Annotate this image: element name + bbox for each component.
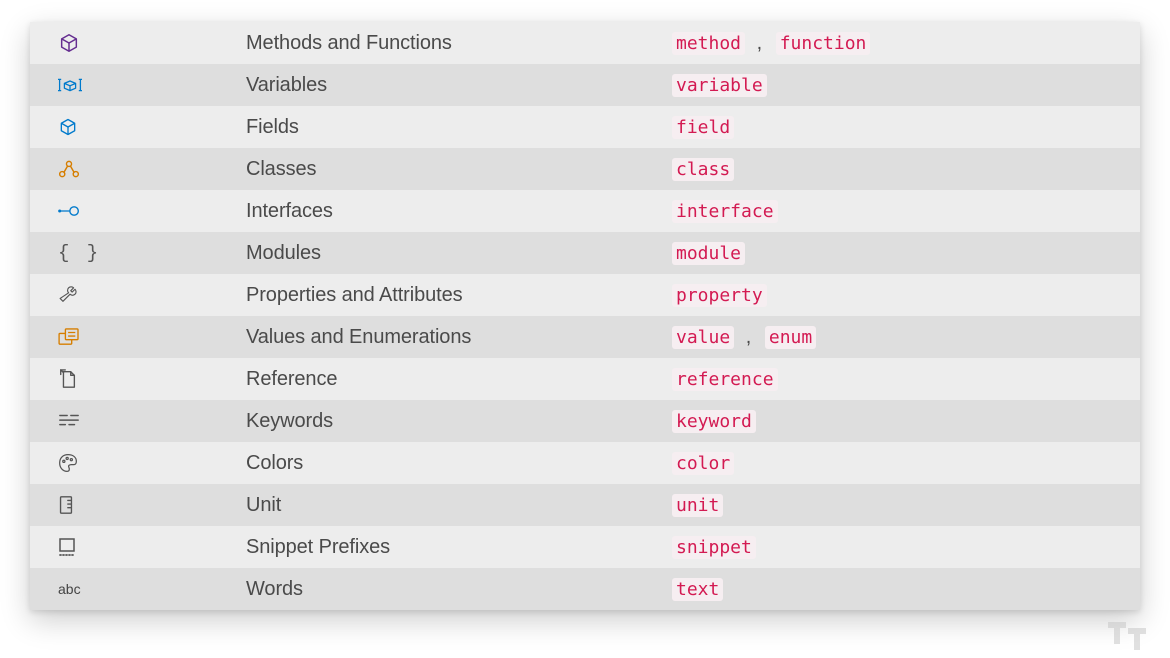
code-token: value [672, 326, 734, 349]
separator: , [734, 326, 765, 348]
table-row: Methods and Functions method , function [30, 22, 1140, 64]
table-row: Keywords keyword [30, 400, 1140, 442]
method-icon [58, 32, 246, 54]
code-values: variable [672, 74, 1140, 97]
table-row: Fields field [30, 106, 1140, 148]
code-values: value , enum [672, 326, 1140, 349]
color-icon [58, 453, 246, 473]
code-values: interface [672, 200, 1140, 223]
table-row: { } Modules module [30, 232, 1140, 274]
field-icon [58, 117, 246, 137]
label: Variables [246, 74, 672, 97]
code-token: reference [672, 368, 778, 391]
code-token: variable [672, 74, 767, 97]
label: Values and Enumerations [246, 326, 672, 349]
label: Methods and Functions [246, 32, 672, 55]
code-values: field [672, 116, 1140, 139]
table-row: Variables variable [30, 64, 1140, 106]
table-row: Snippet Prefixes snippet [30, 526, 1140, 568]
table-row: Colors color [30, 442, 1140, 484]
code-token: snippet [672, 536, 756, 559]
label: Modules [246, 242, 672, 265]
code-token: function [776, 32, 871, 55]
table-row: Interfaces interface [30, 190, 1140, 232]
module-icon: { } [58, 242, 246, 264]
code-values: text [672, 578, 1140, 601]
label: Fields [246, 116, 672, 139]
code-values: keyword [672, 410, 1140, 433]
code-values: unit [672, 494, 1140, 517]
code-values: color [672, 452, 1140, 475]
watermark-icon [1108, 622, 1152, 650]
reference-icon [58, 369, 246, 389]
interface-icon [58, 204, 246, 218]
code-token: enum [765, 326, 816, 349]
table-row: Properties and Attributes property [30, 274, 1140, 316]
code-token: class [672, 158, 734, 181]
code-token: interface [672, 200, 778, 223]
code-values: class [672, 158, 1140, 181]
code-token: module [672, 242, 745, 265]
code-token: text [672, 578, 723, 601]
table-row: Classes class [30, 148, 1140, 190]
intellisense-legend-table: Methods and Functions method , function … [30, 22, 1140, 610]
table-row: Unit unit [30, 484, 1140, 526]
label: Unit [246, 494, 672, 517]
code-values: method , function [672, 32, 1140, 55]
code-values: reference [672, 368, 1140, 391]
table-row: Values and Enumerations value , enum [30, 316, 1140, 358]
code-token: unit [672, 494, 723, 517]
label: Snippet Prefixes [246, 536, 672, 559]
code-values: property [672, 284, 1140, 307]
code-values: snippet [672, 536, 1140, 559]
label: Words [246, 578, 672, 601]
snippet-icon [58, 537, 246, 557]
unit-icon [58, 495, 246, 515]
label: Reference [246, 368, 672, 391]
property-icon [58, 285, 246, 305]
code-values: module [672, 242, 1140, 265]
label: Keywords [246, 410, 672, 433]
table-row: Reference reference [30, 358, 1140, 400]
text-icon: abc [58, 581, 246, 597]
code-token: method [672, 32, 745, 55]
keyword-icon [58, 412, 246, 430]
separator: , [745, 32, 776, 54]
label: Properties and Attributes [246, 284, 672, 307]
code-token: property [672, 284, 767, 307]
class-icon [58, 159, 246, 179]
label: Colors [246, 452, 672, 475]
code-token: keyword [672, 410, 756, 433]
code-token: color [672, 452, 734, 475]
table-row: abc Words text [30, 568, 1140, 610]
variable-icon [58, 77, 246, 93]
code-token: field [672, 116, 734, 139]
label: Interfaces [246, 200, 672, 223]
enum-icon [58, 328, 246, 346]
label: Classes [246, 158, 672, 181]
